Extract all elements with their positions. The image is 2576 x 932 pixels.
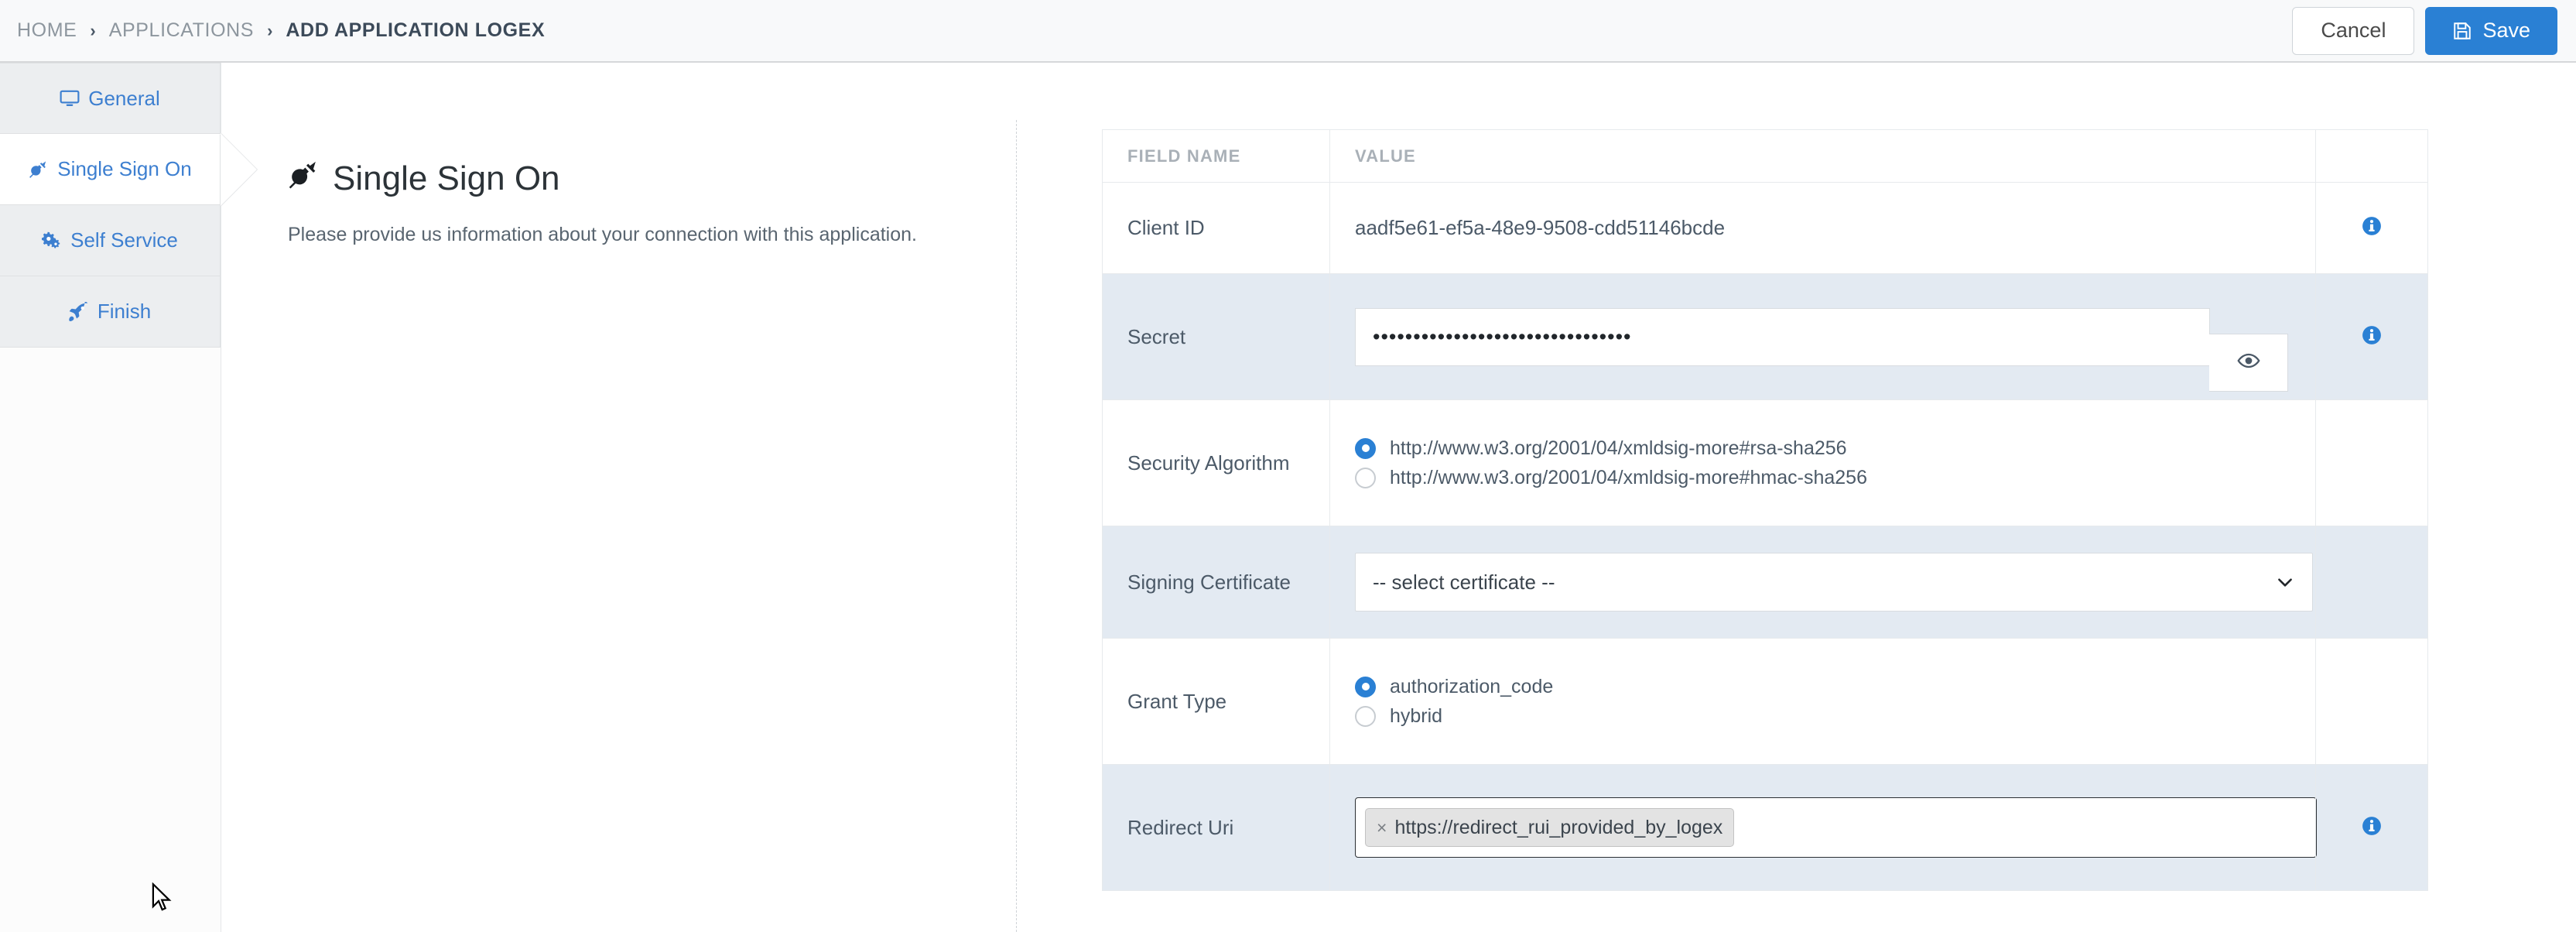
intro-pane: Single Sign On Please provide us informa… [288, 159, 984, 266]
sso-field-table: FIELD NAME VALUE Client ID aadf5e61-ef5a… [1102, 129, 2428, 891]
table-row: Secret [1102, 273, 2428, 400]
cogs-icon [42, 231, 62, 251]
info-cell [2315, 399, 2428, 526]
sidebar-item-self-service[interactable]: Self Service [0, 205, 221, 276]
vertical-divider [1016, 120, 1017, 932]
grant-type-radio-group: authorization_code hybrid [1355, 666, 2315, 738]
table-row: Client ID aadf5e61-ef5a-48e9-9508-cdd511… [1102, 182, 2428, 274]
radio-dot-icon[interactable] [1355, 705, 1376, 727]
sidebar-item-label: Single Sign On [57, 157, 192, 180]
radio-dot-icon[interactable] [1355, 467, 1376, 488]
secret-input-group [1355, 307, 2288, 392]
field-label-security-algorithm: Security Algorithm [1102, 399, 1330, 526]
column-header-field-name: FIELD NAME [1102, 129, 1330, 183]
radio-dot-icon[interactable] [1355, 437, 1376, 459]
table-row: Security Algorithm http://www.w3.org/200… [1102, 399, 2428, 526]
field-label-signing-certificate: Signing Certificate [1102, 526, 1330, 639]
field-value-grant-type: authorization_code hybrid [1329, 638, 2316, 765]
eye-icon [2236, 349, 2260, 376]
plug-icon [29, 159, 49, 180]
signing-certificate-select[interactable]: -- select certificate -- [1355, 553, 2313, 612]
secret-input[interactable] [1355, 307, 2210, 366]
sidebar-item-general[interactable]: General [0, 63, 221, 134]
radio-dot-icon[interactable] [1355, 676, 1376, 697]
info-cell [2315, 764, 2428, 891]
toolbar-actions: Cancel Save [2292, 6, 2557, 55]
breadcrumb-item-current: ADD APPLICATION LOGEX [286, 19, 546, 41]
rocket-icon [69, 301, 89, 322]
plug-icon [288, 159, 320, 199]
radio-option-hmac-sha256[interactable]: http://www.w3.org/2001/04/xmldsig-more#h… [1355, 467, 2315, 489]
cancel-button[interactable]: Cancel [2292, 6, 2415, 55]
radio-option-authorization-code[interactable]: authorization_code [1355, 676, 2315, 698]
save-button-label: Save [2482, 19, 2530, 42]
remove-tag-icon[interactable]: × [1377, 818, 1387, 837]
floppy-disk-icon [2452, 21, 2472, 41]
sidebar-item-label: Self Service [70, 228, 178, 252]
field-value-security-algorithm: http://www.w3.org/2001/04/xmldsig-more#r… [1329, 399, 2316, 526]
table-row: Signing Certificate -- select certificat… [1102, 526, 2428, 639]
redirect-uri-tag-label: https://redirect_rui_provided_by_logex [1394, 816, 1723, 838]
top-bar: HOME › APPLICATIONS › ADD APPLICATION LO… [0, 0, 2576, 63]
page-title-text: Single Sign On [333, 159, 560, 197]
desktop-icon [60, 88, 80, 108]
breadcrumb: HOME › APPLICATIONS › ADD APPLICATION LO… [17, 19, 545, 42]
breadcrumb-item-applications[interactable]: APPLICATIONS [109, 19, 254, 42]
reveal-secret-button[interactable] [2209, 333, 2288, 392]
field-value-redirect-uri: × https://redirect_rui_provided_by_logex [1329, 764, 2317, 891]
info-cell [2315, 182, 2428, 274]
field-value-client-id: aadf5e61-ef5a-48e9-9508-cdd51146bcde [1329, 182, 2316, 274]
page-subtitle: Please provide us information about your… [288, 224, 917, 246]
redirect-uri-tag-input[interactable]: × https://redirect_rui_provided_by_logex [1355, 797, 2317, 858]
redirect-uri-tag: × https://redirect_rui_provided_by_logex [1365, 808, 1735, 847]
save-button[interactable]: Save [2425, 6, 2557, 55]
sidebar-item-label: Finish [97, 300, 152, 323]
breadcrumb-separator-icon: › [90, 20, 96, 40]
sidebar-item-single-sign-on[interactable]: Single Sign On [0, 134, 221, 205]
field-label-grant-type: Grant Type [1102, 638, 1330, 765]
wizard-sidebar: General Single Sign On Self Service Fini… [0, 63, 221, 932]
field-label-secret: Secret [1102, 273, 1330, 400]
info-cell [2315, 638, 2428, 765]
column-header-value: VALUE [1329, 129, 2316, 183]
field-label-redirect-uri: Redirect Uri [1102, 764, 1330, 891]
radio-option-rsa-sha256[interactable]: http://www.w3.org/2001/04/xmldsig-more#r… [1355, 437, 2315, 460]
column-header-info [2315, 129, 2428, 183]
field-value-signing-certificate: -- select certificate -- [1329, 526, 2316, 639]
table-header-row: FIELD NAME VALUE [1102, 129, 2428, 183]
chevron-down-icon [2275, 572, 2295, 592]
field-label-client-id: Client ID [1102, 182, 1330, 274]
signing-certificate-selected-value: -- select certificate -- [1373, 570, 1555, 594]
client-id-text: aadf5e61-ef5a-48e9-9508-cdd51146bcde [1355, 216, 1726, 239]
info-circle-icon[interactable] [2362, 325, 2382, 345]
breadcrumb-separator-icon: › [267, 20, 273, 40]
security-algorithm-radio-group: http://www.w3.org/2001/04/xmldsig-more#r… [1355, 427, 2315, 499]
radio-label: authorization_code [1390, 675, 1554, 697]
main-content: Single Sign On Please provide us informa… [221, 63, 2576, 932]
radio-option-hybrid[interactable]: hybrid [1355, 705, 2315, 728]
sidebar-item-finish[interactable]: Finish [0, 276, 221, 348]
table-row: Redirect Uri × https://redirect_rui_prov… [1102, 764, 2428, 891]
info-circle-icon[interactable] [2362, 216, 2382, 236]
field-value-secret [1329, 273, 2316, 400]
page-title: Single Sign On [288, 159, 984, 199]
info-circle-icon[interactable] [2362, 816, 2382, 836]
info-cell [2315, 273, 2428, 400]
radio-label: hybrid [1390, 704, 1443, 727]
info-cell [2315, 526, 2428, 639]
table-row: Grant Type authorization_code hybrid [1102, 638, 2428, 765]
breadcrumb-item-home[interactable]: HOME [17, 19, 77, 42]
radio-label: http://www.w3.org/2001/04/xmldsig-more#h… [1390, 466, 1867, 488]
radio-label: http://www.w3.org/2001/04/xmldsig-more#r… [1390, 437, 1847, 459]
sidebar-item-label: General [88, 86, 160, 110]
